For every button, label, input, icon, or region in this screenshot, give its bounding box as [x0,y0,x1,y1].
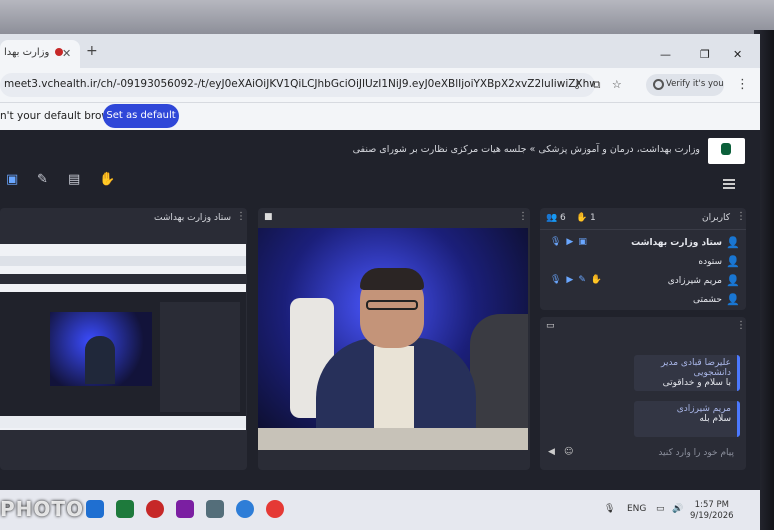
shared-app-header [0,274,246,284]
chat-text: با سلام و خداقوتی [662,378,731,388]
user-icon: 👤 [726,274,740,287]
browser-toolbar: meet3.vchealth.ir/ch/-09193056092-/t/eyJ… [0,68,760,102]
chat-input[interactable]: ◀ ☺ پیام خود را وارد کنید [546,444,740,464]
monitor-bezel [0,0,774,34]
close-window-icon[interactable]: ✕ [733,48,742,61]
user-row[interactable]: 👤 مریم شیرزادی 🎙▶✎✋ [540,272,746,290]
participants-icon: 👥 [546,213,558,223]
user-media-icons[interactable]: 🎙▶✎✋ [550,275,607,285]
user-row[interactable]: 👤 ستاد وزارت بهداشت 🎙▶▣ [540,234,746,252]
shared-browser-bar [0,256,246,266]
verify-label: Verify it's you [666,79,724,89]
shared-screen-content [0,244,246,430]
user-name: حشمتی [692,295,722,305]
user-name: ستاد وزارت بهداشت [631,238,722,248]
user-icon: 👤 [726,255,740,268]
meeting-toolbar: ▣ ✎ ▤ ✋ [0,172,760,194]
chat-message: مریم شیرزادی سلام بله [634,401,740,437]
chat-panel-menu-icon[interactable]: ⋮ [736,320,746,331]
excel-taskbar-icon[interactable] [116,500,134,518]
shared-users-panel [160,302,240,412]
send-icon[interactable]: ◀ [548,447,555,457]
browser-taskbar-icon[interactable] [86,500,104,518]
conference-table [258,428,528,450]
tab-close-icon[interactable]: ✕ [62,47,71,60]
chat-panel: ▭ ⋮ علیرضا قبادی مدیر دانشجویی با سلام و… [540,317,746,470]
user-icon: 👤 [726,236,740,249]
speaker-hair [360,268,424,290]
chat-sender: مریم شیرزادی [676,404,731,414]
user-row[interactable]: 👤 حشمتی [540,291,746,309]
pen-icon[interactable]: ✎ [37,172,48,187]
chat-placeholder: پیام خود را وارد کنید [658,448,734,458]
set-default-button[interactable]: Set as default [103,104,179,128]
clock-time: 1:57 PM [694,500,729,510]
mic-tray-icon[interactable]: 🎙 [604,504,615,514]
translate-icon[interactable]: ⧉ [593,78,601,91]
bookmark-star-icon[interactable]: ☆ [612,78,622,91]
video-panel: ■ ⋮ [258,208,530,470]
screen-share-icon[interactable]: ▣ [6,172,18,187]
users-panel: 👥 6 ✋ 1 کاربران ⋮ 👤 ستاد وزارت بهداشت 🎙▶▣ 👤… [540,208,746,310]
password-key-icon[interactable]: ⚷ [573,78,581,91]
shared-app-body [0,292,246,424]
network-tray-icon[interactable]: ▭ [656,504,665,514]
default-browser-infobar: n't your default browser Set as default [0,102,760,130]
user-icon: 👤 [726,293,740,306]
share-panel-title: ستاد وزارت بهداشت [154,213,231,223]
tab-title: وزارت بهدا [4,47,50,58]
chat-message: علیرضا قبادی مدیر دانشجویی با سلام و خدا… [634,355,740,391]
maximize-icon[interactable]: ❐ [700,48,710,61]
folder-icon[interactable]: ▤ [68,172,80,187]
share-panel-menu-icon[interactable]: ⋮ [236,211,246,222]
user-row[interactable]: 👤 ستوده [540,253,746,271]
shared-video-thumbnail [50,312,152,386]
browser-tab[interactable]: وزارت بهدا ✕ [0,40,80,68]
shared-taskbar [0,416,246,428]
chat-sender: علیرضا قبادی مدیر دانشجویی [661,358,731,378]
meeting-title: وزارت بهداشت، درمان و آموزش پزشکی » جلسه… [352,144,700,155]
speaker-glasses [366,300,418,310]
minimize-icon[interactable]: — [660,48,671,61]
verify-profile-button[interactable]: Verify it's you [646,74,724,96]
hands-count: 1 [590,213,596,223]
globe-taskbar-icon[interactable] [236,500,254,518]
video-panel-menu-icon[interactable]: ⋮ [518,211,528,222]
speaker-video [258,228,528,450]
address-bar[interactable]: meet3.vchealth.ir/ch/-09193056092-/t/eyJ… [0,73,595,97]
meeting-app: وزارت بهداشت، درمان و آموزش پزشکی » جلسه… [0,130,760,490]
screen: وزارت بهدا ✕ + — ❐ ✕ meet3.vchealth.ir/c… [0,0,774,530]
chat-text: سلام بله [699,414,731,424]
os-taskbar: 🎙 ENG ▭ 🔊 1:57 PM 9/19/2026 [0,490,760,530]
user-name: ستوده [698,257,722,267]
raise-hand-icon[interactable]: ✋ [99,172,115,187]
emoji-icon[interactable]: ☺ [564,447,573,457]
chat-icon: ▭ [546,321,555,331]
volume-tray-icon[interactable]: 🔊 [672,504,683,514]
profile-icon [653,79,664,90]
photo-watermark: PHOTO [0,497,85,521]
users-panel-title: کاربران [702,213,730,223]
hamburger-menu-icon[interactable] [723,179,735,189]
shared-video-person [85,336,115,384]
user-name: مریم شیرزادی [667,276,722,286]
participants-count: 6 [560,213,566,223]
screen-share-panel: ستاد وزارت بهداشت ⋮ [0,208,247,470]
media-taskbar-icon[interactable] [176,500,194,518]
chrome-taskbar-icon[interactable] [146,500,164,518]
language-indicator[interactable]: ENG [627,504,646,514]
browser-tabbar: وزارت بهدا ✕ + — ❐ ✕ [0,34,760,68]
app-taskbar-icon[interactable] [266,500,284,518]
new-tab-icon[interactable]: + [86,43,98,59]
user-media-icons[interactable]: 🎙▶▣ [550,237,592,247]
users-panel-menu-icon[interactable]: ⋮ [736,211,746,222]
ministry-logo [708,138,745,164]
network-taskbar-icon[interactable] [206,500,224,518]
video-camera-icon: ■ [264,212,273,222]
clock-date: 9/19/2026 [690,511,734,521]
system-clock[interactable]: 1:57 PM 9/19/2026 [690,500,734,522]
hands-icon: ✋ [576,213,588,223]
browser-menu-icon[interactable]: ⋮ [736,77,749,92]
